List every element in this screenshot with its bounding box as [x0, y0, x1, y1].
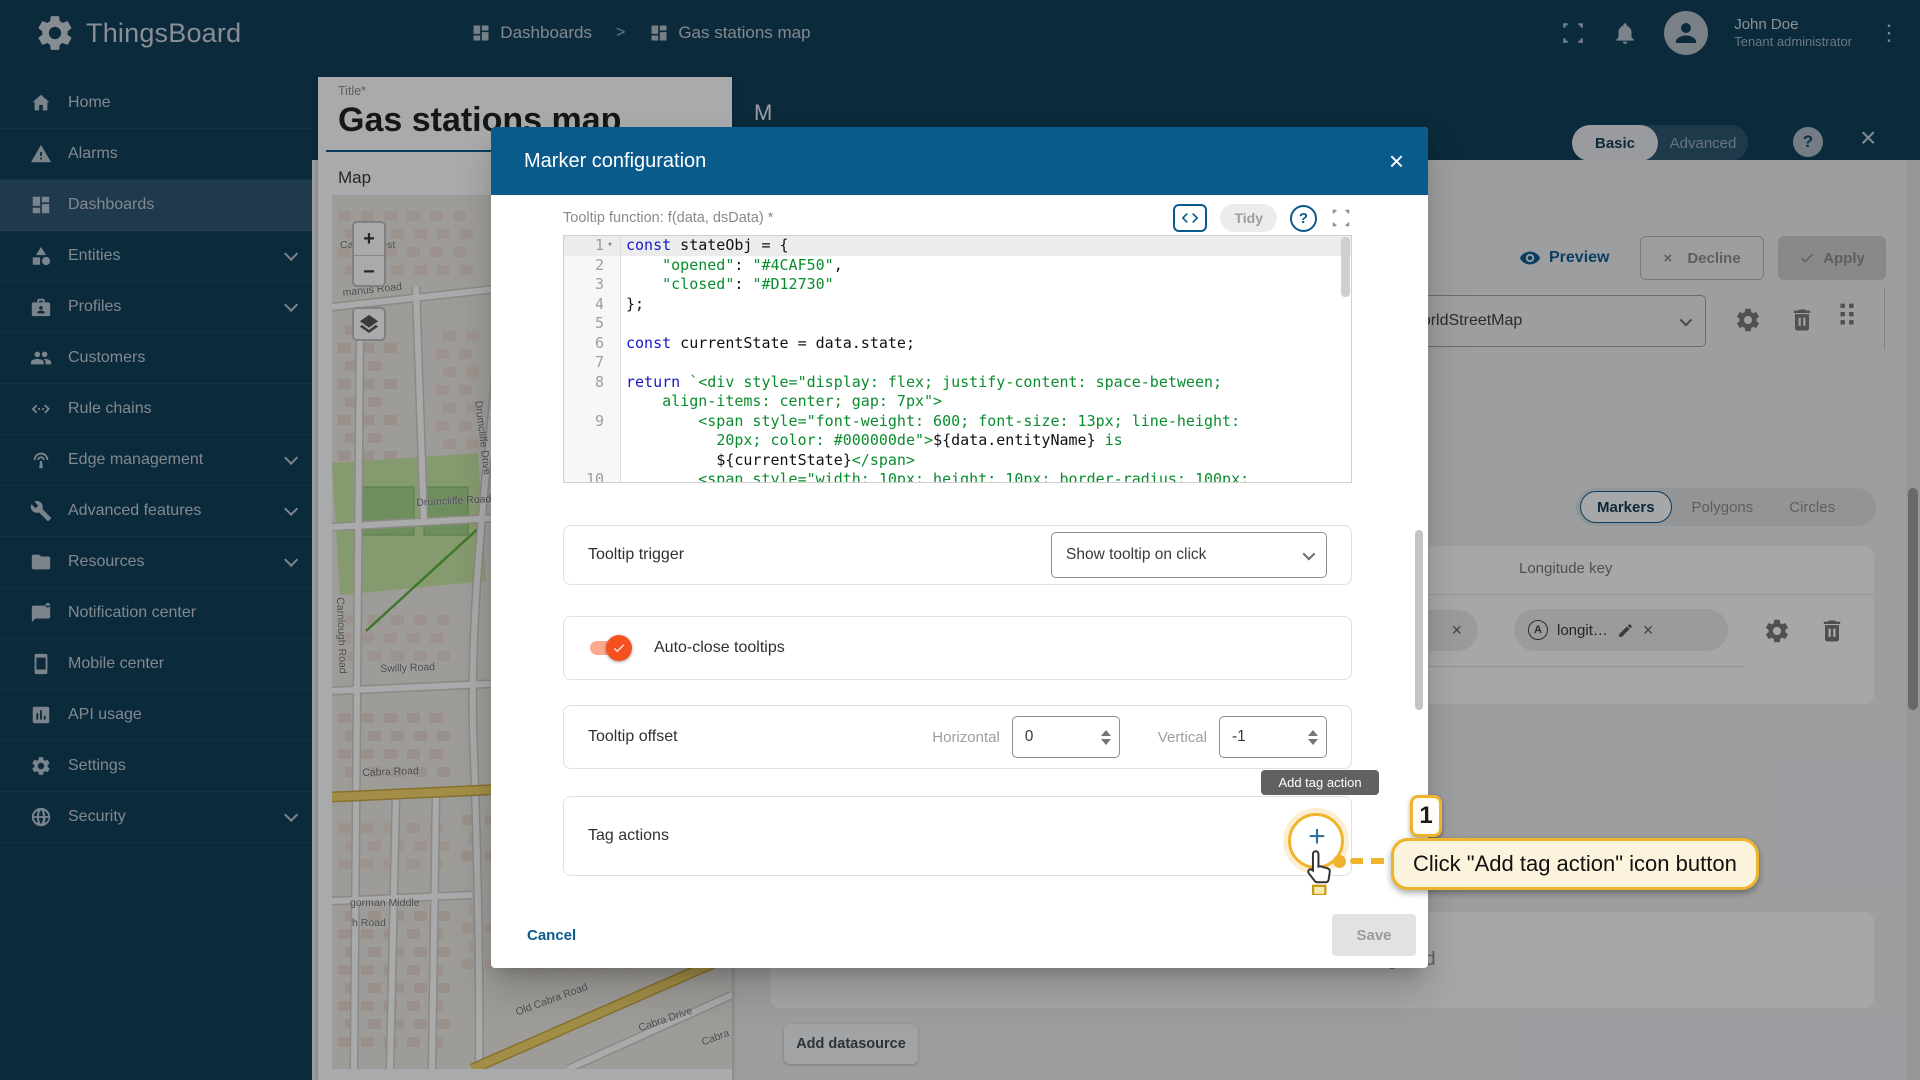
cancel-button[interactable]: Cancel — [513, 917, 590, 954]
close-dialog-icon[interactable]: × — [1389, 148, 1404, 174]
code-line: 10 <span style="width: 10px; height: 10p… — [564, 470, 1351, 483]
decrement-icon[interactable] — [1101, 739, 1111, 745]
tooltip-trigger-row: Tooltip trigger Show tooltip on click — [563, 525, 1352, 585]
autoclose-tooltips-row: Auto-close tooltips — [563, 616, 1352, 680]
tooltip-trigger-label: Tooltip trigger — [588, 546, 684, 564]
check-icon — [612, 641, 626, 655]
dialog-footer: Cancel Save — [491, 902, 1428, 968]
tidy-button[interactable]: Tidy — [1220, 204, 1277, 232]
decrement-icon[interactable] — [1308, 739, 1318, 745]
dialog-scrollbar-thumb[interactable] — [1415, 530, 1423, 710]
save-button[interactable]: Save — [1332, 914, 1416, 956]
autoclose-toggle[interactable] — [588, 639, 632, 657]
code-line: ${currentState}</span> — [564, 451, 1351, 471]
vertical-label: Vertical — [1158, 729, 1207, 746]
code-mode-button[interactable] — [1173, 204, 1207, 232]
help-icon[interactable]: ? — [1290, 205, 1317, 232]
code-line: 8return `<div style="display: flex; just… — [564, 373, 1351, 393]
code-line: 6const currentState = data.state; — [564, 334, 1351, 354]
code-line: 7 — [564, 353, 1351, 373]
code-line: 5 — [564, 314, 1351, 334]
tooltip-offset-row: Tooltip offset Horizontal 0 Vertical -1 — [563, 705, 1352, 769]
code-line: align-items: center; gap: 7px"> — [564, 392, 1351, 412]
tooltip-trigger-select[interactable]: Show tooltip on click — [1051, 532, 1327, 578]
increment-icon[interactable] — [1101, 730, 1111, 736]
code-line: 9 <span style="font-weight: 600; font-si… — [564, 412, 1351, 432]
code-line: 4}; — [564, 295, 1351, 315]
tooltip-function-label: Tooltip function: f(data, dsData) * — [563, 210, 773, 226]
add-tag-action-button[interactable]: + — [1295, 815, 1339, 859]
add-tag-action-tooltip: Add tag action — [1261, 770, 1379, 795]
horizontal-label: Horizontal — [932, 729, 1000, 746]
increment-icon[interactable] — [1308, 730, 1318, 736]
fullscreen-expand-icon[interactable] — [1330, 207, 1352, 229]
tag-actions-label: Tag actions — [588, 827, 669, 845]
marker-configuration-dialog: Marker configuration × Tooltip function:… — [491, 127, 1428, 968]
tooltip-function-row: Tooltip function: f(data, dsData) * Tidy… — [563, 201, 1352, 235]
autoclose-label: Auto-close tooltips — [654, 639, 785, 657]
code-line: 3 "closed": "#D12730" — [564, 275, 1351, 295]
dialog-header: Marker configuration × — [491, 127, 1428, 195]
code-icon — [1180, 208, 1200, 228]
code-line: 1▾const stateObj = { — [564, 236, 1351, 256]
horizontal-offset-stepper[interactable]: 0 — [1012, 716, 1120, 758]
code-line: 20px; color: #000000de">${data.entityNam… — [564, 431, 1351, 451]
tag-actions-row: Tag actions + — [563, 796, 1352, 876]
chevron-down-icon — [1303, 547, 1316, 560]
dialog-title: Marker configuration — [524, 150, 706, 173]
tooltip-function-code-editor[interactable]: 1▾const stateObj = {2 "opened": "#4CAF50… — [563, 235, 1352, 483]
vertical-offset-stepper[interactable]: -1 — [1219, 716, 1327, 758]
editor-scrollbar-thumb[interactable] — [1341, 237, 1350, 297]
code-line: 2 "opened": "#4CAF50", — [564, 256, 1351, 276]
tooltip-offset-label: Tooltip offset — [588, 728, 678, 746]
